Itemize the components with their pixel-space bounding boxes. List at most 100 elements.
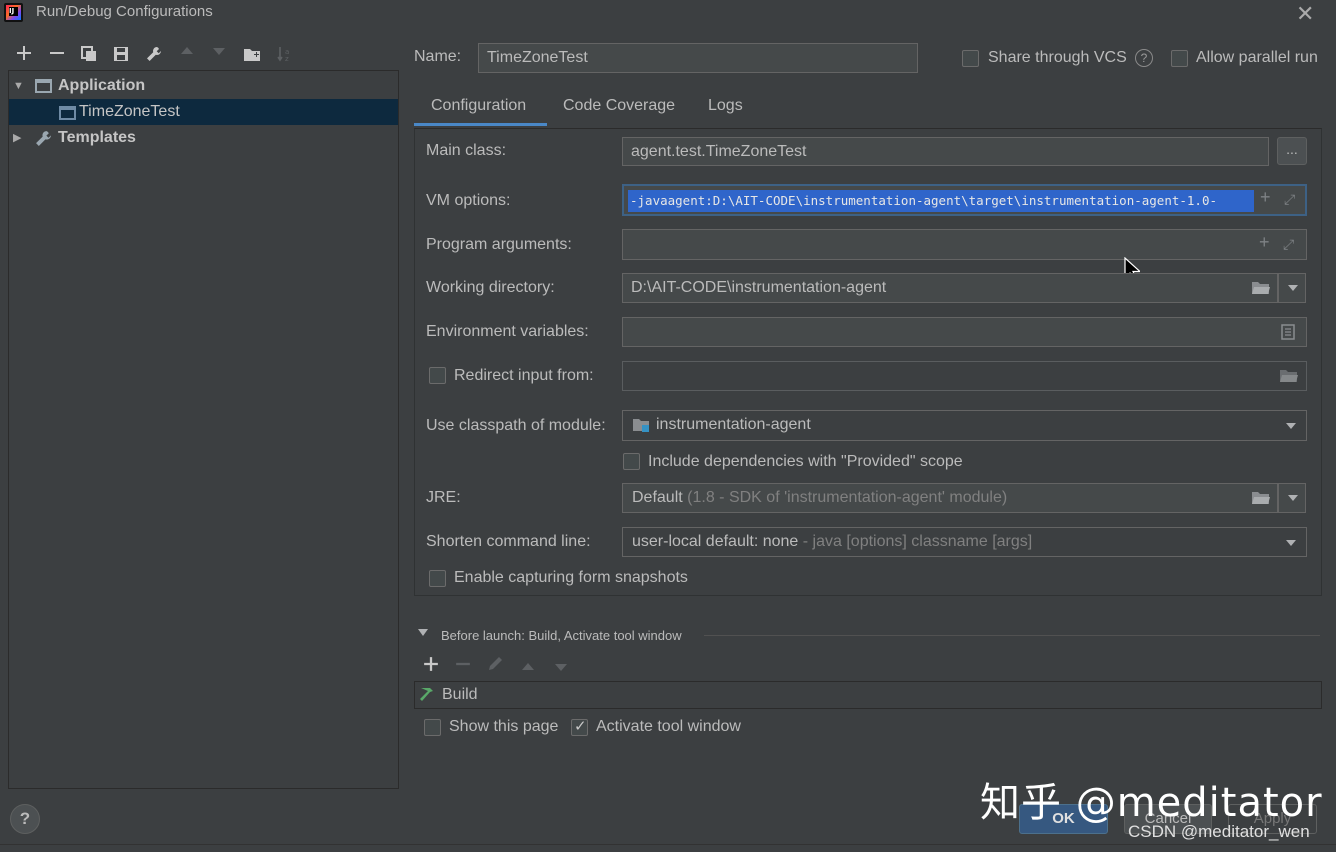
allow-parallel-checkbox[interactable] (1171, 50, 1188, 67)
working-dir-label: Working directory: (426, 279, 555, 296)
build-hammer-icon (418, 685, 438, 707)
move-down-icon[interactable] (208, 43, 230, 65)
show-page-checkbox[interactable] (424, 719, 441, 736)
remove-task-icon[interactable] (455, 656, 471, 676)
application-icon (35, 79, 52, 93)
env-vars-input[interactable] (622, 317, 1307, 347)
browse-main-class-button[interactable]: ... (1277, 137, 1307, 165)
wrench-icon[interactable] (143, 43, 165, 65)
configurations-tree[interactable]: ▼ Application TimeZoneTest ▶ Templates (8, 70, 399, 789)
tree-item-templates[interactable]: ▶ Templates (9, 125, 398, 151)
program-args-input[interactable]: + ⤢ (622, 229, 1307, 260)
jre-label: JRE: (426, 489, 461, 506)
shorten-hint: - java [options] classname [args] (802, 533, 1033, 550)
before-launch-arrow-icon[interactable] (418, 629, 428, 636)
snapshots-checkbox[interactable] (429, 570, 446, 587)
vm-options-label: VM options: (426, 192, 511, 209)
working-dir-value: D:\AIT-CODE\instrumentation-agent (631, 279, 887, 296)
vm-options-value: -javaagent:D:\AIT-CODE\instrumentation-a… (628, 190, 1254, 212)
main-class-label: Main class: (426, 142, 507, 159)
jre-value-group: Default (1.8 - SDK of 'instrumentation-a… (632, 489, 1007, 507)
share-vcs-checkbox[interactable] (962, 50, 979, 67)
name-input[interactable]: TimeZoneTest (478, 43, 918, 73)
document-icon[interactable] (1281, 324, 1295, 344)
tree-item-label: Templates (58, 129, 136, 146)
activate-tool-window-checkbox[interactable] (571, 717, 588, 736)
plus-icon[interactable]: + (1260, 187, 1271, 208)
module-folder-icon (632, 417, 650, 437)
jre-hint: (1.8 - SDK of 'instrumentation-agent' mo… (687, 489, 1008, 506)
tab-code-coverage[interactable]: Code Coverage (563, 92, 675, 126)
new-folder-icon[interactable] (241, 43, 263, 65)
folder-icon[interactable] (1251, 490, 1271, 510)
chevron-down-icon (1286, 540, 1296, 546)
svg-text:z: z (285, 55, 289, 62)
window-title: Run/Debug Configurations (36, 3, 213, 20)
snapshots-label: Enable capturing form snapshots (454, 569, 688, 586)
jre-dropdown[interactable] (1278, 483, 1306, 513)
status-bar (0, 844, 1336, 852)
sort-icon[interactable]: az (274, 43, 296, 65)
save-icon[interactable] (110, 43, 132, 65)
shorten-value-group: user-local default: none - java [options… (632, 533, 1032, 551)
expand-icon[interactable]: ⤢ (1284, 191, 1300, 207)
redirect-input-label: Redirect input from: (454, 367, 594, 384)
tree-item-application[interactable]: ▼ Application (9, 73, 398, 99)
list-item[interactable]: Build (442, 686, 478, 704)
move-up-icon[interactable] (176, 43, 198, 65)
expanded-arrow-icon[interactable]: ▼ (13, 73, 24, 99)
add-task-icon[interactable] (423, 656, 439, 676)
edit-task-icon[interactable] (487, 656, 505, 676)
title-bar: IJ Run/Debug Configurations ✕ (0, 0, 1336, 26)
expand-icon[interactable]: ⤢ (1283, 236, 1299, 252)
working-dir-dropdown[interactable] (1278, 273, 1306, 303)
help-button[interactable]: ? (10, 804, 40, 834)
redirect-input-field[interactable] (622, 361, 1307, 391)
move-down-task-icon[interactable] (553, 659, 569, 676)
wrench-icon (35, 130, 52, 156)
chevron-down-icon (1288, 285, 1298, 291)
tree-item-timezonetest[interactable]: TimeZoneTest (9, 99, 398, 125)
name-label: Name: (414, 48, 462, 65)
classpath-label: Use classpath of module: (426, 417, 606, 434)
csdn-watermark: CSDN @meditator_wen (1128, 822, 1310, 841)
share-vcs-label: Share through VCS (988, 49, 1127, 66)
include-deps-checkbox[interactable] (623, 453, 640, 470)
move-up-task-icon[interactable] (520, 659, 536, 676)
tab-configuration[interactable]: Configuration (414, 92, 547, 126)
add-icon[interactable] (13, 43, 35, 65)
working-dir-input[interactable]: D:\AIT-CODE\instrumentation-agent (622, 273, 1278, 303)
redirect-input-checkbox[interactable] (429, 367, 446, 384)
tab-logs[interactable]: Logs (708, 92, 743, 126)
before-launch-header: Before launch: Build, Activate tool wind… (441, 628, 682, 643)
plus-icon[interactable]: + (1259, 232, 1270, 253)
before-launch-list[interactable]: Build (414, 681, 1322, 709)
intellij-logo-icon: IJ (4, 3, 23, 22)
close-icon[interactable]: ✕ (1296, 1, 1314, 27)
help-icon[interactable]: ? (1135, 49, 1153, 67)
jre-value: Default (632, 489, 683, 506)
name-value: TimeZoneTest (487, 49, 588, 66)
show-page-label: Show this page (449, 718, 559, 735)
chevron-down-icon (1286, 423, 1296, 429)
allow-parallel-label: Allow parallel run (1196, 49, 1318, 66)
jre-input[interactable]: Default (1.8 - SDK of 'instrumentation-a… (622, 483, 1278, 513)
folder-icon[interactable] (1251, 280, 1271, 300)
vm-options-input[interactable]: -javaagent:D:\AIT-CODE\instrumentation-a… (622, 184, 1307, 216)
program-args-label: Program arguments: (426, 236, 572, 253)
chevron-down-icon (1288, 495, 1298, 501)
tree-item-label: TimeZoneTest (79, 103, 180, 120)
folder-icon[interactable] (1279, 368, 1299, 388)
zhihu-watermark: 知乎 @meditator (980, 780, 1323, 826)
copy-icon[interactable] (78, 43, 100, 65)
collapsed-arrow-icon[interactable]: ▶ (13, 125, 21, 151)
shorten-select[interactable]: user-local default: none - java [options… (622, 527, 1307, 557)
shorten-label: Shorten command line: (426, 533, 591, 550)
activate-tool-window-label: Activate tool window (596, 718, 741, 735)
include-deps-label: Include dependencies with "Provided" sco… (648, 453, 963, 470)
main-class-input[interactable]: agent.test.TimeZoneTest (622, 137, 1269, 166)
tree-item-label: Application (58, 77, 146, 94)
application-config-icon (59, 106, 76, 120)
remove-icon[interactable] (46, 43, 68, 65)
classpath-select[interactable]: instrumentation-agent (622, 410, 1307, 441)
